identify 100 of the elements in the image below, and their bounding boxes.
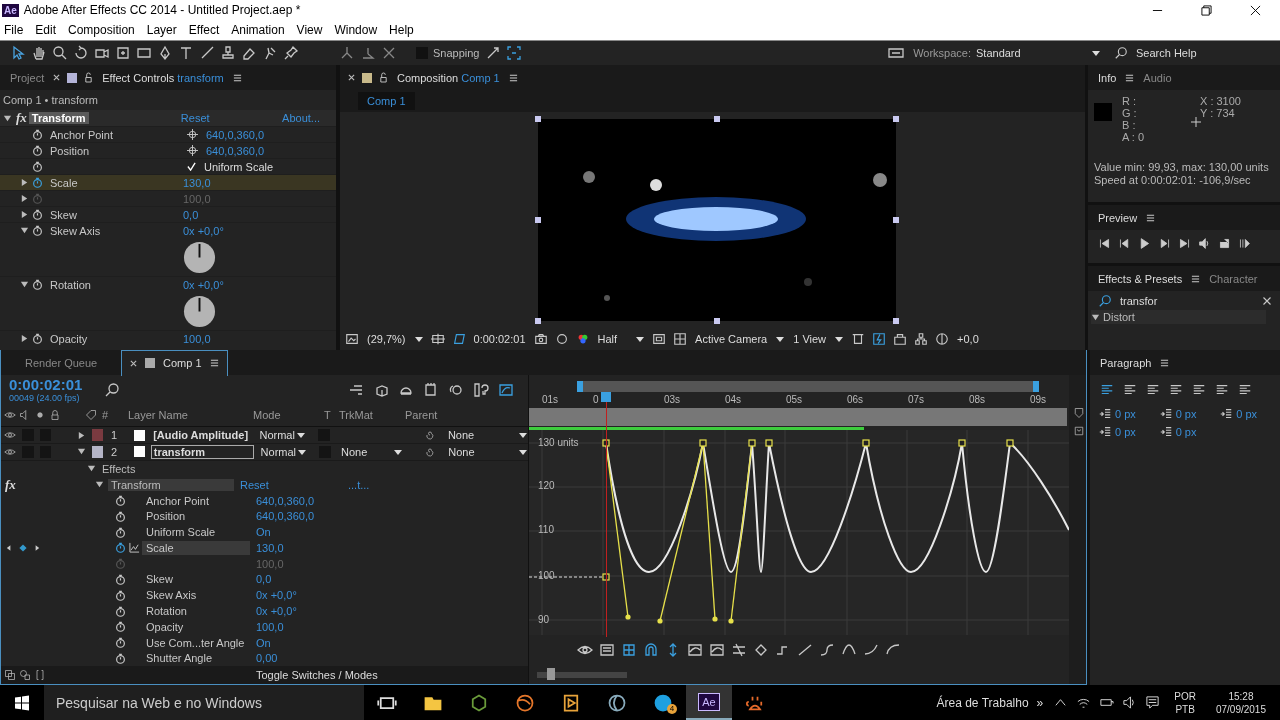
property-value[interactable]: 0,00 <box>256 652 278 665</box>
exposure-value[interactable]: +0,0 <box>957 333 979 345</box>
search-help-field[interactable]: Search Help <box>1134 46 1268 60</box>
property-value[interactable]: 0x +0,0° <box>183 278 224 291</box>
view-layout-dropdown[interactable]: 1 View <box>793 333 827 345</box>
indent-value[interactable]: 0 px <box>1115 426 1136 438</box>
app-logo: Ae <box>698 692 720 711</box>
column-header[interactable]: T <box>324 409 339 422</box>
language-indicator[interactable]: POR <box>1174 689 1196 703</box>
ruler-label: 06s <box>847 394 864 405</box>
composition-tab[interactable]: Comp 1 <box>358 92 415 110</box>
menu-item[interactable]: Help <box>385 23 422 37</box>
menu-item[interactable]: Composition <box>64 23 143 37</box>
panel-tab[interactable]: Paragraph <box>1098 356 1154 369</box>
camera-dropdown[interactable]: Active Camera <box>695 333 768 345</box>
clock-time[interactable]: 15:28 <box>1228 689 1254 703</box>
frame-info: 00049 (24.00 fps) <box>9 392 81 403</box>
notification-badge: 4 <box>667 704 677 714</box>
column-header[interactable]: TrkMat <box>339 409 405 422</box>
time-ruler[interactable]: 01s 0 03s 04s 05s 06s 07s 08s 09s <box>529 392 1069 408</box>
indent-value[interactable]: 0 px <box>1236 408 1258 420</box>
effect-category[interactable]: Distort <box>1103 311 1135 323</box>
indent-value[interactable]: 0 px <box>1115 408 1136 420</box>
mode-dropdown[interactable]: Normal <box>259 429 297 442</box>
property-value[interactable]: 640,0,360,0 <box>206 144 265 157</box>
panel-tab[interactable]: Character <box>1207 272 1260 285</box>
graph-editor-area[interactable]: 130 units 120 110 100 90 <box>529 430 1069 635</box>
reset-link[interactable]: Reset <box>240 478 348 491</box>
indent-value[interactable]: 0 px <box>1175 426 1197 438</box>
panel-tab[interactable]: Info <box>1096 71 1119 84</box>
fx-badge[interactable]: fx <box>5 476 95 493</box>
taskbar-button[interactable]: 4 <box>640 685 686 720</box>
property-value[interactable]: 640,0,360,0 <box>256 510 315 523</box>
property-value[interactable]: 0,0 <box>183 208 199 221</box>
property-value[interactable]: 130,0 <box>256 541 284 554</box>
effects-search-field[interactable]: transfor <box>1118 294 1254 308</box>
language-indicator[interactable]: PTB <box>1175 702 1195 716</box>
about-link[interactable]: ...t... <box>348 478 370 491</box>
panel-tab[interactable]: Effects & Presets <box>1096 272 1185 285</box>
taskbar-search-field[interactable]: Pesquisar na Web e no Windows <box>44 685 364 720</box>
mode-dropdown[interactable]: Normal <box>260 445 298 458</box>
toggle-switches-modes-button[interactable]: Toggle Switches / Modes <box>256 669 378 682</box>
property-name: Opacity <box>50 332 88 345</box>
property-name: Anchor Point <box>50 128 113 141</box>
overflow-chevron[interactable]: » <box>1036 695 1044 710</box>
property-value[interactable]: On <box>256 636 271 649</box>
panel-tab[interactable]: Render Queue <box>25 356 98 369</box>
column-header[interactable]: Layer Name <box>128 409 253 422</box>
property-value[interactable]: 0,0 <box>256 573 272 586</box>
app-logo: Ae <box>2 3 19 17</box>
reset-link[interactable]: Reset <box>180 112 210 124</box>
property-value[interactable]: 100,0 <box>183 332 211 345</box>
current-time[interactable]: 0:00:02:01 <box>9 376 95 393</box>
layer-name[interactable]: [Audio Amplitude] <box>151 429 253 442</box>
menu-item[interactable]: File <box>0 23 32 37</box>
property-value[interactable]: 100,0 <box>256 620 284 633</box>
menu-item[interactable]: View <box>292 23 331 37</box>
property-value[interactable]: On <box>256 526 271 539</box>
property-name: Rotation <box>146 605 187 617</box>
x-coordinate: X : 3100 <box>1200 95 1241 107</box>
panel-tab[interactable]: Audio <box>1141 71 1174 84</box>
track-matte-dropdown[interactable]: None <box>340 445 387 458</box>
effect-name[interactable]: Transform <box>28 112 89 124</box>
workspace-dropdown[interactable]: Standard <box>976 47 1086 59</box>
property-name: Skew Axis <box>146 589 197 602</box>
fx-badge[interactable]: fx <box>16 110 27 126</box>
timecode[interactable]: 0:00:02:01 <box>473 333 526 345</box>
panel-tab[interactable]: Comp 1 <box>163 357 202 369</box>
panel-tab[interactable]: Preview <box>1096 211 1140 224</box>
channel-reading: B : <box>1122 119 1137 131</box>
menu-item[interactable]: Effect <box>184 23 228 37</box>
column-header[interactable]: # <box>102 409 128 422</box>
menu-item[interactable]: Edit <box>31 23 65 37</box>
clock-date[interactable]: 07/09/2015 <box>1215 702 1266 716</box>
layer-name[interactable]: transform <box>150 444 254 459</box>
menu-item[interactable]: Animation <box>227 23 293 37</box>
effect-name[interactable]: Transform <box>108 478 234 491</box>
panel-tab[interactable]: Composition Comp 1 <box>395 71 502 84</box>
indent-value[interactable]: 0 px <box>1175 408 1197 420</box>
taskbar-button[interactable]: Ae <box>686 685 732 720</box>
axis-label: 100 <box>538 570 555 581</box>
about-link[interactable]: About... <box>282 112 320 124</box>
panel-tab[interactable]: Effect Controls transform <box>100 71 226 84</box>
property-value[interactable]: 640,0,360,0 <box>256 494 315 507</box>
menu-item[interactable]: Window <box>330 23 386 37</box>
property-name: Anchor Point <box>146 494 209 507</box>
panel-tab[interactable]: Project <box>8 71 47 84</box>
property-value[interactable]: 0x +0,0° <box>256 605 297 617</box>
resolution-dropdown[interactable]: Half <box>597 333 618 345</box>
menu-item[interactable]: Layer <box>142 23 185 37</box>
property-value[interactable]: 0x +0,0° <box>183 224 224 237</box>
column-header[interactable]: Mode <box>253 409 324 422</box>
parent-dropdown[interactable]: None <box>448 445 518 458</box>
desktop-toolbar-label[interactable]: Área de Trabalho <box>936 695 1029 710</box>
property-value[interactable]: 0x +0,0° <box>256 589 297 602</box>
property-value[interactable]: 130,0 <box>183 176 211 189</box>
property-value[interactable]: 640,0,360,0 <box>206 128 265 141</box>
zoom-dropdown[interactable]: (29,7%) <box>367 333 406 345</box>
parent-dropdown[interactable]: None <box>447 429 518 442</box>
column-header[interactable]: Parent <box>405 409 438 422</box>
